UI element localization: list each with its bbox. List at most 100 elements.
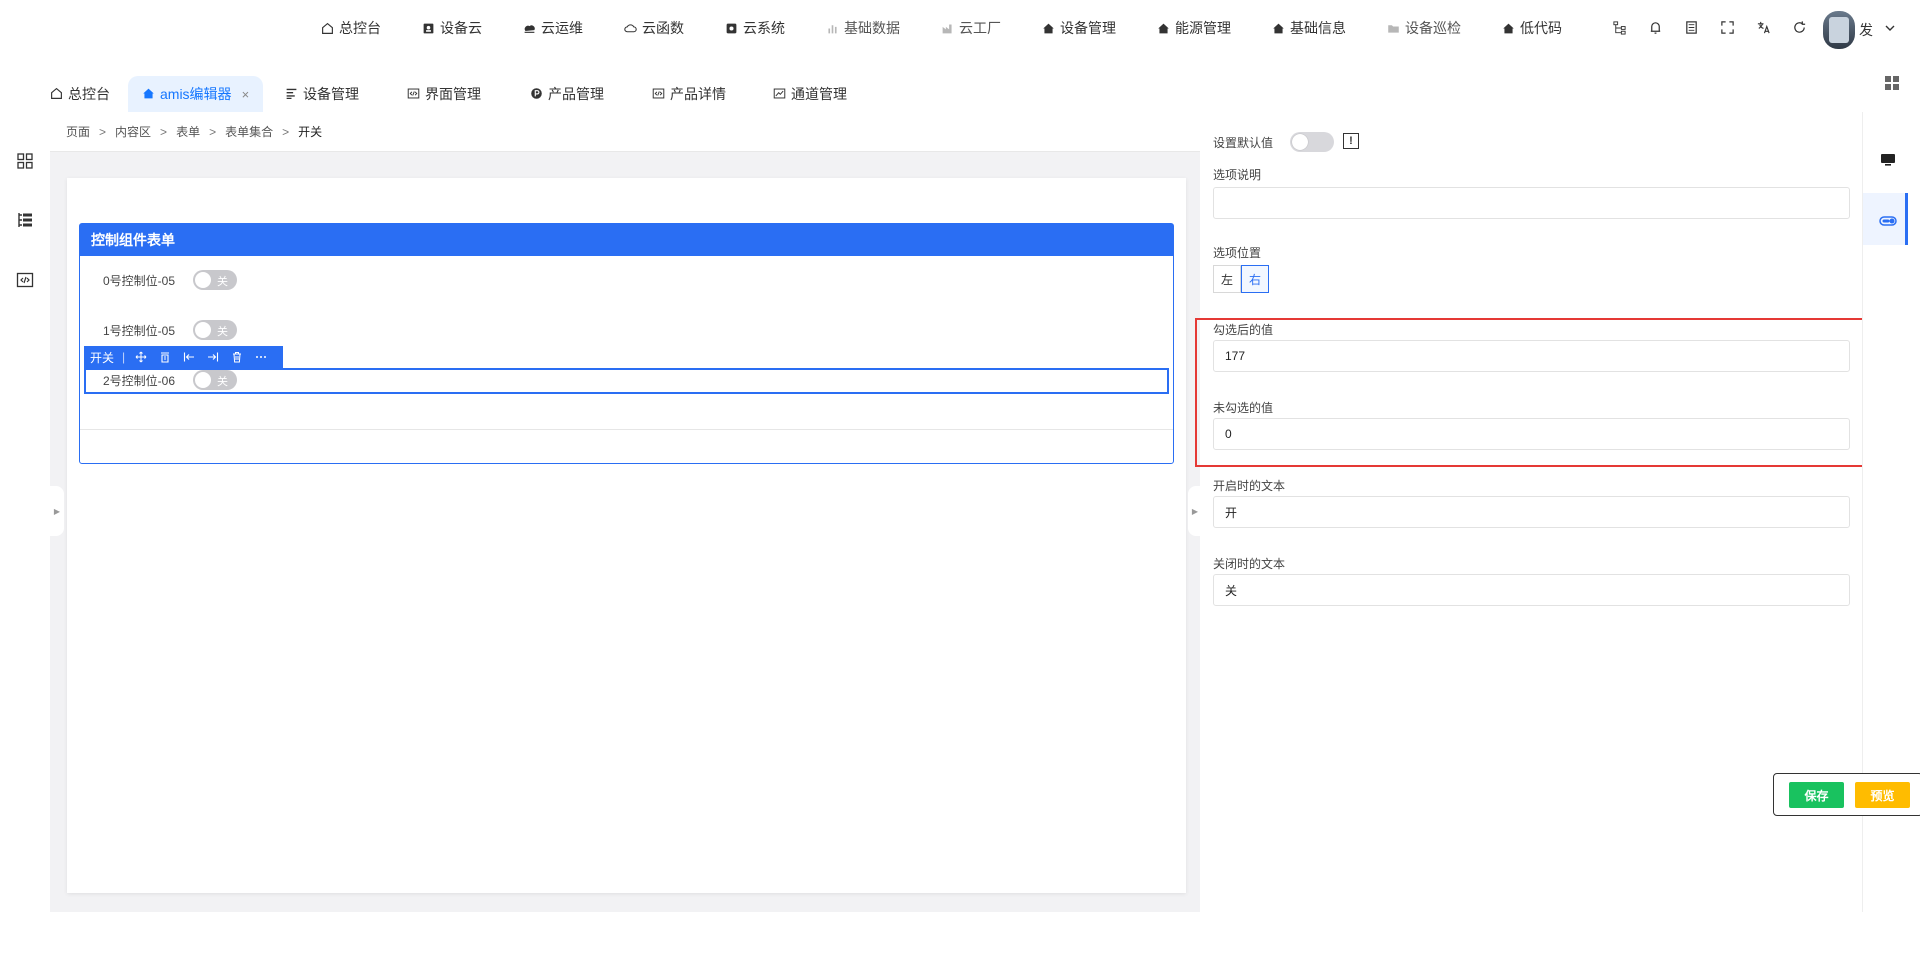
- left-collapse-handle[interactable]: ▶: [50, 486, 64, 536]
- bell-icon[interactable]: [1646, 18, 1664, 36]
- cloud-system-icon: [724, 21, 738, 35]
- delete-icon[interactable]: [229, 349, 245, 365]
- insert-before-icon[interactable]: [181, 349, 197, 365]
- selection-outline: [84, 368, 1169, 394]
- outline-tree-icon[interactable]: [16, 211, 34, 229]
- nav-item-cloud-function[interactable]: 云函数: [623, 18, 684, 38]
- apps-grid-icon[interactable]: [1884, 75, 1900, 91]
- nav-label: 基础数据: [844, 20, 900, 36]
- switch-text: 关: [217, 276, 228, 288]
- home-outline-icon: [50, 87, 64, 101]
- org-tree-icon[interactable]: [1610, 18, 1628, 36]
- nav-item-cloud-system[interactable]: 云系统: [724, 18, 785, 38]
- nav-item-device-mgmt[interactable]: 设备管理: [1041, 18, 1116, 38]
- breadcrumb-item[interactable]: 表单集合: [225, 123, 273, 140]
- unchecked-value-label: 未勾选的值: [1213, 401, 1274, 415]
- switch-text: 关: [217, 326, 228, 338]
- document-icon[interactable]: [1682, 18, 1700, 36]
- components-grid-icon[interactable]: [16, 152, 34, 170]
- tab-device-mgmt[interactable]: 设备管理: [285, 76, 359, 112]
- tab-channel-mgmt[interactable]: 通道管理: [773, 76, 847, 112]
- tab-label: 产品详情: [670, 86, 726, 102]
- form-title: 控制组件表单: [80, 224, 1173, 256]
- tab-dashboard[interactable]: 总控台: [50, 76, 110, 112]
- folder-icon: [1386, 21, 1400, 35]
- top-bar: 总控台 设备云 云运维 云函数 云系统 基础数据 云工厂 设备管理 能源管理 基…: [0, 0, 1920, 60]
- breadcrumb: 页面 > 内容区 > 表单 > 表单集合 > 开关: [50, 112, 1200, 152]
- nav-label: 低代码: [1520, 20, 1562, 36]
- breadcrumb-sep: >: [282, 124, 290, 139]
- option-position-group: 左 右: [1213, 265, 1270, 293]
- position-right-button[interactable]: 右: [1241, 265, 1270, 293]
- nav-label: 云工厂: [959, 20, 1001, 36]
- switch-knob: [1292, 134, 1308, 150]
- nav-item-cloud-factory[interactable]: 云工厂: [940, 18, 1001, 38]
- form-field-row[interactable]: 1号控制位-05 关: [103, 318, 237, 342]
- default-value-label: 设置默认值: [1213, 136, 1274, 150]
- tab-label: 界面管理: [425, 86, 481, 102]
- nav-item-low-code[interactable]: 低代码: [1501, 18, 1562, 38]
- breadcrumb-item[interactable]: 内容区: [115, 123, 151, 140]
- option-desc-input[interactable]: [1213, 187, 1850, 219]
- copy-icon[interactable]: [157, 349, 173, 365]
- nav-item-base-data[interactable]: 基础数据: [825, 18, 900, 38]
- refresh-icon[interactable]: [1790, 18, 1808, 36]
- fullscreen-icon[interactable]: [1718, 18, 1736, 36]
- top-nav: 总控台 设备云 云运维 云函数 云系统 基础数据 云工厂 设备管理 能源管理 基…: [320, 18, 1602, 38]
- breadcrumb-sep: >: [160, 124, 168, 139]
- off-text-input[interactable]: 关: [1213, 574, 1850, 606]
- breadcrumb-item[interactable]: 页面: [66, 123, 90, 140]
- close-icon[interactable]: ×: [242, 87, 250, 102]
- tab-ui-mgmt[interactable]: 界面管理: [407, 76, 481, 112]
- tab-product-mgmt[interactable]: 产品管理: [530, 76, 604, 112]
- tab-label: 总控台: [68, 86, 110, 102]
- nav-label: 云系统: [743, 20, 785, 36]
- position-left-button[interactable]: 左: [1213, 265, 1242, 293]
- form-field-row[interactable]: 0号控制位-05 关: [103, 268, 237, 292]
- unchecked-value-input[interactable]: 0: [1213, 418, 1850, 450]
- nav-item-base-info[interactable]: 基础信息: [1271, 18, 1346, 38]
- home-filled-icon: [1501, 21, 1515, 35]
- nav-item-cloud-ops[interactable]: 云运维: [522, 18, 583, 38]
- tab-bar: 总控台 amis编辑器 × 设备管理 界面管理 产品管理 产品详情 通道管理: [0, 76, 1920, 112]
- caret-right-icon: ▶: [53, 506, 61, 516]
- checked-value-input[interactable]: 177: [1213, 340, 1850, 372]
- device-cloud-icon: [421, 21, 435, 35]
- bar-chart-icon: [825, 21, 839, 35]
- tab-product-detail[interactable]: 产品详情: [652, 76, 726, 112]
- default-value-switch[interactable]: [1290, 132, 1334, 152]
- code-view-icon[interactable]: [16, 271, 34, 289]
- home-filled-icon: [1156, 21, 1170, 35]
- home-filled-icon: [1271, 21, 1285, 35]
- nav-label: 设备巡检: [1405, 20, 1461, 36]
- tab-label: 设备管理: [303, 86, 359, 102]
- form-footer-divider: [80, 429, 1173, 430]
- toggle-switch[interactable]: 关: [193, 270, 237, 290]
- tab-amis-editor[interactable]: amis编辑器 ×: [128, 76, 264, 112]
- save-button[interactable]: 保存: [1789, 782, 1844, 808]
- info-icon[interactable]: !: [1343, 133, 1359, 149]
- toggle-switch-icon[interactable]: [1878, 211, 1898, 231]
- user-name[interactable]: 发: [1859, 20, 1873, 40]
- nav-item-energy-mgmt[interactable]: 能源管理: [1156, 18, 1231, 38]
- home-filled-icon: [142, 87, 156, 101]
- avatar[interactable]: [1823, 11, 1855, 49]
- more-icon[interactable]: [253, 349, 269, 365]
- insert-after-icon[interactable]: [205, 349, 221, 365]
- nav-item-dashboard[interactable]: 总控台: [320, 18, 381, 38]
- preview-button[interactable]: 预览: [1855, 782, 1910, 808]
- nav-item-device-cloud[interactable]: 设备云: [421, 18, 482, 38]
- toggle-switch[interactable]: 关: [193, 320, 237, 340]
- form-card[interactable]: 控制组件表单 0号控制位-05 关 1号控制位-05 关 2号控制位-06 关: [79, 223, 1174, 464]
- on-text-input[interactable]: 开: [1213, 496, 1850, 528]
- toolbar-sep: |: [122, 350, 126, 364]
- breadcrumb-sep: >: [99, 124, 107, 139]
- move-icon[interactable]: [133, 349, 149, 365]
- translate-icon[interactable]: [1754, 18, 1772, 36]
- monitor-icon[interactable]: [1878, 150, 1898, 170]
- nav-item-device-inspection[interactable]: 设备巡检: [1386, 18, 1461, 38]
- chevron-down-icon[interactable]: [1884, 22, 1896, 34]
- breadcrumb-item[interactable]: 表单: [176, 123, 200, 140]
- nav-label: 基础信息: [1290, 20, 1346, 36]
- breadcrumb-item-current[interactable]: 开关: [298, 123, 322, 140]
